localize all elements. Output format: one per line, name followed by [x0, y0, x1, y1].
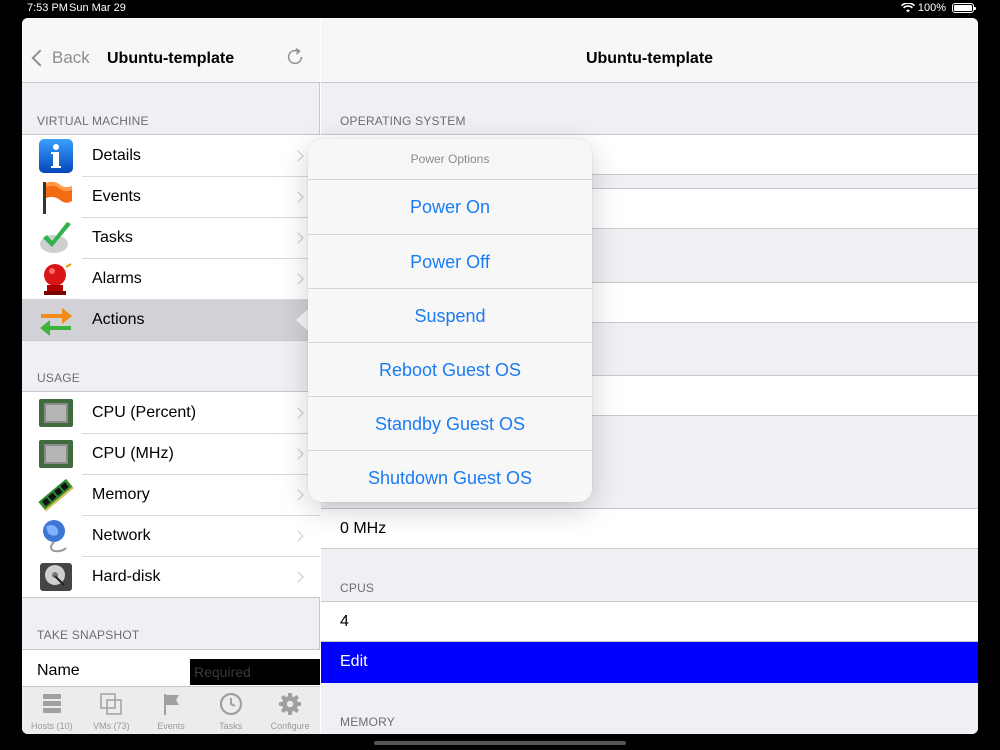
status-bar: 7:53 PM Sun Mar 29 100%: [0, 0, 1000, 18]
right-nav-title: Ubuntu-template: [585, 50, 714, 67]
menu-item-label: Alarms: [92, 269, 142, 287]
section-header-usage: USAGE: [37, 371, 81, 385]
chevron-right-icon: [292, 570, 304, 583]
tab-hosts[interactable]: Hosts (10): [22, 687, 82, 734]
menu-item-label: CPU (MHz): [92, 444, 174, 462]
status-right: 100%: [900, 2, 976, 14]
menu-item-label: Memory: [92, 485, 150, 503]
menu-item-cpu-mhz[interactable]: CPU (MHz): [22, 433, 320, 474]
chevron-right-icon: [292, 272, 304, 285]
wifi-icon: [900, 3, 915, 13]
battery-icon: [952, 3, 976, 13]
menu-item-label: Actions: [92, 310, 145, 328]
flag-icon: [43, 181, 72, 214]
flag-tab-icon: [163, 694, 179, 715]
menu-item-details[interactable]: Details: [22, 135, 320, 176]
tab-events[interactable]: Events: [141, 687, 201, 734]
tab-label: Events: [157, 721, 185, 731]
status-time: 7:53 PM: [27, 2, 68, 14]
standby-guest-os-button[interactable]: Standby Guest OS: [308, 396, 592, 450]
power-options-popover: Power Options Power On Power Off Suspend…: [308, 139, 592, 502]
cpu-chip-icon: [39, 440, 73, 468]
snapshot-name-input[interactable]: [190, 659, 320, 685]
edit-button[interactable]: Edit: [321, 642, 978, 683]
chevron-right-icon: [292, 231, 304, 244]
menu-item-label: Network: [92, 526, 151, 544]
menu-item-label: Hard-disk: [92, 567, 161, 585]
power-on-button[interactable]: Power On: [308, 180, 592, 234]
suspend-button[interactable]: Suspend: [308, 288, 592, 342]
home-indicator[interactable]: [374, 741, 626, 745]
cpus-value: 4: [340, 613, 349, 630]
checkmark-icon: [40, 222, 71, 253]
tab-label: Configure: [270, 721, 310, 731]
reboot-guest-os-button[interactable]: Reboot Guest OS: [308, 342, 592, 396]
actions-arrows-icon: [40, 308, 72, 336]
tab-label: Tasks: [219, 721, 243, 731]
master-pane: Back Ubuntu-template VIRTUAL MACHINE Det: [22, 18, 320, 734]
tab-label: Hosts (10): [31, 721, 73, 731]
chevron-left-icon: [31, 49, 49, 67]
gear-icon: [279, 693, 302, 715]
menu-item-network[interactable]: Network: [22, 515, 320, 556]
cpu-mhz-cell: 0 MHz: [321, 508, 978, 549]
snapshot-name-label: Name: [37, 662, 80, 679]
menu-item-events[interactable]: Events: [22, 176, 320, 217]
menu-item-memory[interactable]: Memory: [22, 474, 320, 515]
menu-item-actions[interactable]: Actions: [22, 299, 320, 340]
back-label: Back: [52, 48, 90, 67]
memory-stick-icon: [38, 478, 74, 512]
section-header-take-snapshot: TAKE SNAPSHOT: [37, 628, 140, 642]
chevron-right-icon: [292, 488, 304, 501]
menu-item-label: Tasks: [92, 228, 133, 246]
cpu-chip-icon: [39, 399, 73, 427]
menu-item-label: Details: [92, 146, 141, 164]
vms-icon: [100, 693, 123, 715]
menu-item-cpu-percent[interactable]: CPU (Percent): [22, 392, 320, 433]
section-header-virtual-machine: VIRTUAL MACHINE: [37, 114, 149, 128]
chevron-right-icon: [292, 447, 304, 460]
info-icon: [39, 139, 73, 173]
refresh-icon[interactable]: [284, 46, 306, 68]
chevron-right-icon: [292, 149, 304, 162]
section-header-memory: MEMORY: [340, 715, 395, 729]
right-navbar: Ubuntu-template: [321, 18, 978, 83]
clock-icon: [219, 692, 242, 716]
hosts-server-icon: [42, 694, 61, 713]
status-date: Sun Mar 29: [69, 2, 126, 14]
menu-item-alarms[interactable]: Alarms: [22, 258, 320, 299]
tab-configure[interactable]: Configure: [260, 687, 320, 734]
chevron-right-icon: [292, 190, 304, 203]
cpu-mhz-value: 0 MHz: [340, 520, 387, 537]
edit-label: Edit: [340, 653, 368, 670]
battery-percent: 100%: [917, 2, 946, 14]
popover-title: Power Options: [308, 139, 592, 180]
tab-label: VMs (73): [93, 721, 130, 731]
usage-menu-list: CPU (Percent) CPU (MHz) Memory Network H…: [22, 391, 320, 598]
popover-items: Power On Power Off Suspend Reboot Guest …: [308, 180, 592, 504]
back-button[interactable]: Back: [30, 48, 90, 68]
app-screen: Back Ubuntu-template VIRTUAL MACHINE Det: [22, 18, 978, 734]
snapshot-name-row: Name: [22, 649, 320, 690]
tab-bar: Hosts (10) VMs (73) Events Tasks Configu…: [22, 686, 320, 734]
cpus-cell: 4: [321, 601, 978, 642]
section-header-operating-system: OPERATING SYSTEM: [340, 114, 466, 128]
hard-disk-icon: [40, 563, 72, 591]
shutdown-guest-os-button[interactable]: Shutdown Guest OS: [308, 450, 592, 504]
chevron-right-icon: [292, 406, 304, 419]
chevron-right-icon: [292, 529, 304, 542]
menu-item-label: Events: [92, 187, 141, 205]
left-navbar: Back Ubuntu-template: [22, 18, 320, 83]
menu-item-label: CPU (Percent): [92, 403, 197, 421]
vm-menu-list: Details Events Tasks Alarms Actions: [22, 134, 320, 341]
left-nav-title: Ubuntu-template: [107, 50, 235, 67]
alarm-bell-icon: [44, 263, 72, 295]
menu-item-tasks[interactable]: Tasks: [22, 217, 320, 258]
section-header-cpus: CPUS: [340, 581, 375, 595]
network-globe-icon: [43, 520, 67, 553]
tab-tasks[interactable]: Tasks: [201, 687, 261, 734]
menu-item-hard-disk[interactable]: Hard-disk: [22, 556, 320, 597]
tab-vms[interactable]: VMs (73): [82, 687, 142, 734]
power-off-button[interactable]: Power Off: [308, 234, 592, 288]
